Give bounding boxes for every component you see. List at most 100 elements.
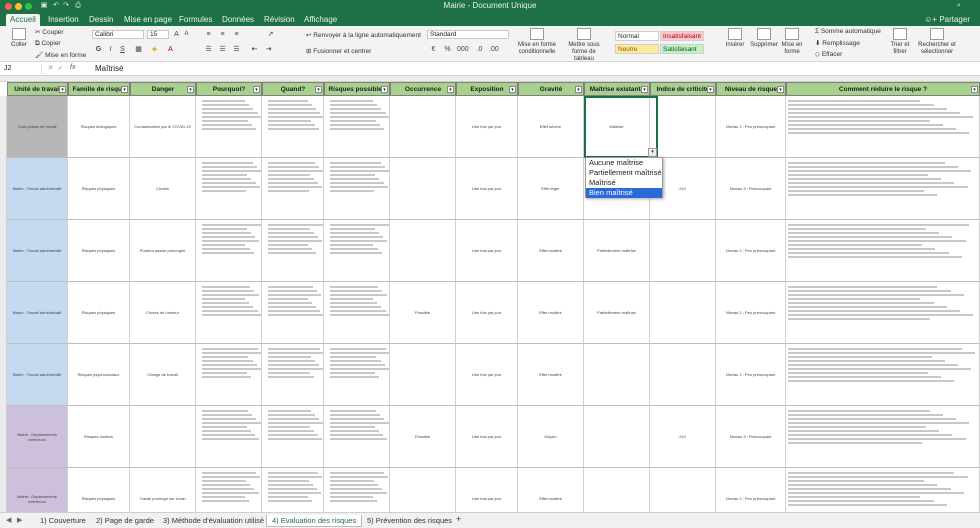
cell-reduce[interactable] (786, 282, 980, 344)
cell-level[interactable]: Niveau 2 : Peu préoccupant (716, 220, 786, 282)
cell-unit[interactable]: Mairie : Travail administratif (7, 220, 68, 282)
bold-button[interactable]: G (94, 45, 103, 54)
cell-reduce[interactable] (786, 96, 980, 158)
cell-unit[interactable]: Mairie : Travail administratif (7, 282, 68, 344)
row-header[interactable] (0, 158, 7, 220)
cell-occurrence[interactable] (390, 220, 456, 282)
row-header[interactable] (0, 344, 7, 406)
cut-button[interactable]: ✂ Couper (35, 28, 64, 36)
tab-formules[interactable]: Formules (175, 14, 216, 26)
cell-exposure[interactable]: Une fois par jour (456, 158, 518, 220)
cell-why[interactable] (196, 220, 262, 282)
filter-dropdown-icon[interactable]: ▾ (777, 86, 784, 93)
filter-dropdown-icon[interactable]: ▾ (59, 86, 66, 93)
style-normal[interactable]: Normal (615, 31, 659, 41)
cell-gravity[interactable]: Effet modéré (518, 344, 584, 406)
formula-input[interactable]: Maîtrisé (95, 64, 123, 73)
confirm-entry-icon[interactable]: ✓ (56, 64, 65, 73)
column-header-when[interactable]: Quand? ▾ (262, 82, 324, 96)
row-header[interactable] (0, 406, 7, 468)
filter-dropdown-icon[interactable]: ▾ (381, 86, 388, 93)
column-header-exposure[interactable]: Exposition ▾ (456, 82, 518, 96)
column-header-danger[interactable]: Danger ▾ (130, 82, 196, 96)
cell-occurrence[interactable] (390, 96, 456, 158)
wrap-text-button[interactable]: ↩ Renvoyer à la ligne automatiquement (306, 31, 421, 39)
cell-when[interactable] (262, 220, 324, 282)
spreadsheet-grid[interactable]: Unité de travail ▾ Famille de risque ▾ Dange… (0, 82, 980, 528)
cell-exposure[interactable]: Une fois par jour (456, 282, 518, 344)
share-button[interactable]: ☺+ Partager (924, 15, 970, 24)
row-header[interactable] (0, 220, 7, 282)
filter-dropdown-icon[interactable]: ▾ (187, 86, 194, 93)
cell-danger[interactable]: Chutes (130, 158, 196, 220)
validation-dropdown-button[interactable]: ▾ (648, 148, 657, 157)
row-header[interactable] (0, 282, 7, 344)
function-icon[interactable]: fx (70, 64, 75, 71)
align-top-icon[interactable]: ≡ (204, 30, 213, 39)
cell-control[interactable]: Maîtrisé (584, 96, 650, 158)
percent-icon[interactable]: % (443, 45, 452, 54)
align-center-icon[interactable]: ☰ (218, 45, 227, 54)
copy-button[interactable]: ⧉ Copier (35, 40, 61, 48)
tab-dessin[interactable]: Dessin (85, 14, 117, 26)
filter-dropdown-icon[interactable]: ▾ (575, 86, 582, 93)
column-header-risks[interactable]: Risques possibles ▾ (324, 82, 390, 96)
cell-why[interactable] (196, 406, 262, 468)
cell-risks[interactable] (324, 158, 390, 220)
cell-risks[interactable] (324, 282, 390, 344)
cell-danger[interactable]: Position assise prolongée (130, 220, 196, 282)
paste-button[interactable]: Coller (6, 28, 32, 49)
cell-index[interactable] (650, 220, 716, 282)
cell-occurrence[interactable] (390, 158, 456, 220)
cell-risks[interactable] (324, 220, 390, 282)
cell-danger[interactable]: Chutes de hauteur (130, 282, 196, 344)
cell-danger[interactable]: Contamination par le COVID-19 (130, 96, 196, 158)
filter-dropdown-icon[interactable]: ▾ (707, 86, 714, 93)
sort-filter-button[interactable]: Trier et filtrer (887, 28, 913, 56)
cell-exposure[interactable]: Une fois par jour (456, 406, 518, 468)
tab-insertion[interactable]: Insertion (44, 14, 83, 26)
cell-gravity[interactable]: Effet léger (518, 158, 584, 220)
table-format-button[interactable]: Mettre sous forme de tableau (562, 28, 606, 63)
cell-index[interactable] (650, 344, 716, 406)
autosum-button[interactable]: Σ Somme automatique (815, 28, 881, 35)
column-header-unit[interactable]: Unité de travail ▾ (7, 82, 68, 96)
next-sheet-icon[interactable]: ▶ (17, 516, 22, 524)
sheet-tab-couverture[interactable]: 1) Couverture (40, 516, 86, 525)
cell-when[interactable] (262, 406, 324, 468)
insert-cells-button[interactable]: Insérer (722, 28, 748, 49)
search-icon[interactable]: ⌕ (955, 2, 963, 10)
filter-dropdown-icon[interactable]: ▾ (447, 86, 454, 93)
sheet-tab-evaluation[interactable]: 4) Evaluation des risques (266, 515, 363, 527)
format-painter-button[interactable]: 🖌 Mise en forme (35, 51, 86, 59)
cell-occurrence[interactable] (390, 344, 456, 406)
cell-unit[interactable]: Mairie : Travail administratif (7, 344, 68, 406)
style-neutre[interactable]: Neutre (615, 44, 659, 54)
column-header-level[interactable]: Niveau de risque ▾ (716, 82, 786, 96)
cell-level[interactable]: Niveau 2 : Peu préoccupant (716, 344, 786, 406)
cell-why[interactable] (196, 282, 262, 344)
tab-accueil[interactable]: Accueil (6, 14, 40, 26)
increase-font-icon[interactable]: A (172, 30, 181, 39)
cell-risks[interactable] (324, 96, 390, 158)
tab-revision[interactable]: Révision (260, 14, 299, 26)
cell-family[interactable]: Risques psychosociaux (68, 344, 130, 406)
prev-sheet-icon[interactable]: ◀ (6, 516, 11, 524)
sheet-tab-page-de-garde[interactable]: 2) Page de garde (96, 516, 154, 525)
conditional-format-button[interactable]: Mise en forme conditionnelle (515, 28, 559, 56)
cell-family[interactable]: Risques biologiques (68, 96, 130, 158)
cell-family[interactable]: Risques physiques (68, 282, 130, 344)
cell-gravity[interactable]: Effet sévère (518, 96, 584, 158)
cell-unit[interactable]: Mairie : Travail administratif (7, 158, 68, 220)
font-color-icon[interactable]: A (166, 45, 175, 54)
clear-button[interactable]: ◇ Effacer (815, 50, 842, 58)
merge-center-button[interactable]: ⊞ Fusionner et centrer (306, 47, 371, 55)
style-insatisfaisant[interactable]: Insatisfaisant (660, 31, 704, 41)
cell-occurrence[interactable]: Possible (390, 406, 456, 468)
cell-control[interactable] (584, 406, 650, 468)
currency-icon[interactable]: € (429, 45, 438, 54)
cell-family[interactable]: Risques physiques (68, 158, 130, 220)
cell-when[interactable] (262, 96, 324, 158)
cell-why[interactable] (196, 96, 262, 158)
row-header[interactable] (0, 96, 7, 158)
